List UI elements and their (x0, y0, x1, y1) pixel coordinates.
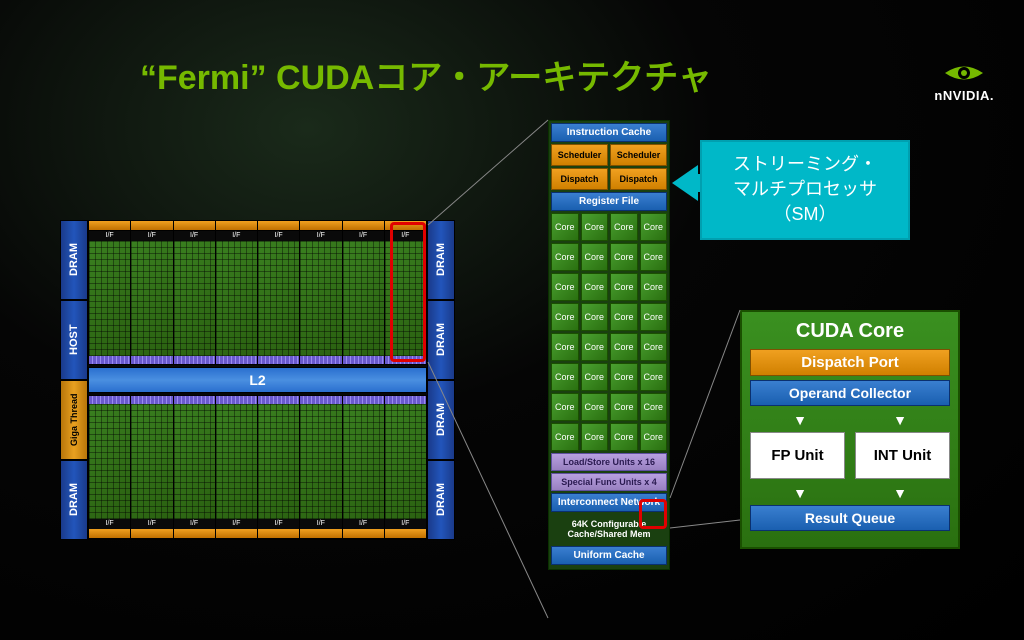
sm-block: I/F (385, 396, 426, 539)
dram-label: DRAM (427, 300, 455, 380)
sm-block: I/F (343, 396, 385, 539)
result-queue: Result Queue (750, 505, 950, 531)
sm-block: I/F (258, 221, 300, 364)
core-cell: Core (640, 273, 668, 301)
core-cell: Core (551, 273, 579, 301)
core-cell: Core (610, 363, 638, 391)
core-cell: Core (640, 213, 668, 241)
core-cell: Core (551, 333, 579, 361)
core-cell: Core (551, 213, 579, 241)
scheduler: Scheduler (551, 144, 608, 166)
core-cell: Core (640, 333, 668, 361)
interconnect: Interconnect Network (551, 493, 667, 512)
core-cell: Core (610, 423, 638, 451)
arrow-down-icon: ▼ (793, 485, 807, 501)
core-cell: Core (581, 303, 609, 331)
core-cell: Core (610, 303, 638, 331)
l2-cache: L2 (88, 367, 427, 393)
arrow-down-icon: ▼ (793, 412, 807, 428)
core-cell: Core (640, 393, 668, 421)
sm-block: I/F (174, 221, 216, 364)
sm-block: I/F (300, 221, 342, 364)
dram-label: DRAM (60, 220, 88, 300)
dispatch: Dispatch (551, 168, 608, 190)
sm-row-bottom: I/FI/FI/FI/FI/FI/FI/FI/F (88, 395, 427, 540)
chip-center: I/FI/FI/FI/FI/FI/FI/FI/F L2 I/FI/FI/FI/F… (88, 220, 427, 540)
dram-label: DRAM (427, 460, 455, 540)
core-grid: CoreCoreCoreCoreCoreCoreCoreCoreCoreCore… (551, 213, 667, 451)
arrow-left-icon (672, 165, 698, 201)
gpu-chip-diagram: DRAM HOST Giga Thread DRAM I/FI/FI/FI/FI… (60, 220, 455, 540)
dram-label: DRAM (427, 380, 455, 460)
callout-line: ストリーミング・ (708, 152, 902, 177)
sm-block: I/F (216, 221, 258, 364)
core-cell: Core (610, 243, 638, 271)
chip-left-labels: DRAM HOST Giga Thread DRAM (60, 220, 88, 540)
core-cell: Core (581, 393, 609, 421)
dispatch-port: Dispatch Port (750, 349, 950, 376)
dram-label: DRAM (427, 220, 455, 300)
nvidia-logo-text: nNVIDIA. (934, 88, 994, 103)
sm-block: I/F (89, 221, 131, 364)
sm-block: I/F (385, 221, 426, 364)
cache-shared-mem: 64K ConfigurableCache/Shared Mem (551, 514, 667, 544)
sm-block: I/F (131, 396, 173, 539)
sfu: Special Func Units x 4 (551, 473, 667, 491)
core-cell: Core (581, 273, 609, 301)
core-cell: Core (581, 423, 609, 451)
chip-right-labels: DRAM DRAM DRAM DRAM (427, 220, 455, 540)
load-store-units: Load/Store Units x 16 (551, 453, 667, 471)
page-title: “Fermi” CUDAコア・アーキテクチャ (140, 50, 712, 99)
core-cell: Core (610, 333, 638, 361)
core-cell: Core (640, 423, 668, 451)
core-cell: Core (640, 243, 668, 271)
nvidia-logo: nNVIDIA. (934, 60, 994, 103)
sm-block: I/F (216, 396, 258, 539)
host-label: HOST (60, 300, 88, 380)
callout-line: （SM） (708, 202, 902, 227)
callout-line: マルチプロセッサ (708, 177, 902, 202)
dispatch-pair: Dispatch Dispatch (551, 168, 667, 190)
core-cell: Core (551, 423, 579, 451)
core-cell: Core (581, 213, 609, 241)
sm-block: I/F (174, 396, 216, 539)
fp-unit: FP Unit (750, 432, 845, 479)
sm-row-top: I/FI/FI/FI/FI/FI/FI/FI/F (88, 220, 427, 365)
core-cell: Core (551, 393, 579, 421)
uniform-cache: Uniform Cache (551, 546, 667, 565)
core-cell: Core (610, 213, 638, 241)
scheduler-pair: Scheduler Scheduler (551, 144, 667, 166)
core-cell: Core (640, 303, 668, 331)
operand-collector: Operand Collector (750, 380, 950, 406)
scheduler: Scheduler (610, 144, 667, 166)
arrow-down-icon: ▼ (893, 485, 907, 501)
sm-block: I/F (89, 396, 131, 539)
sm-block: I/F (258, 396, 300, 539)
instruction-cache: Instruction Cache (551, 123, 667, 142)
gigathread-label: Giga Thread (60, 380, 88, 460)
sm-block: I/F (300, 396, 342, 539)
sm-block: I/F (131, 221, 173, 364)
sm-callout: ストリーミング・ マルチプロセッサ （SM） (700, 140, 910, 240)
core-cell: Core (581, 243, 609, 271)
dispatch: Dispatch (610, 168, 667, 190)
register-file: Register File (551, 192, 667, 211)
nvidia-eye-icon (943, 60, 985, 86)
dram-label: DRAM (60, 460, 88, 540)
sm-diagram: Instruction Cache Scheduler Scheduler Di… (548, 120, 670, 570)
sm-block: I/F (343, 221, 385, 364)
int-unit: INT Unit (855, 432, 950, 479)
arrow-down-icon: ▼ (893, 412, 907, 428)
core-cell: Core (610, 393, 638, 421)
cuda-core-title: CUDA Core (750, 320, 950, 343)
core-cell: Core (551, 243, 579, 271)
core-cell: Core (640, 363, 668, 391)
core-cell: Core (581, 333, 609, 361)
core-cell: Core (581, 363, 609, 391)
core-cell: Core (551, 363, 579, 391)
core-cell: Core (610, 273, 638, 301)
cuda-core-diagram: CUDA Core Dispatch Port Operand Collecto… (740, 310, 960, 549)
core-cell: Core (551, 303, 579, 331)
